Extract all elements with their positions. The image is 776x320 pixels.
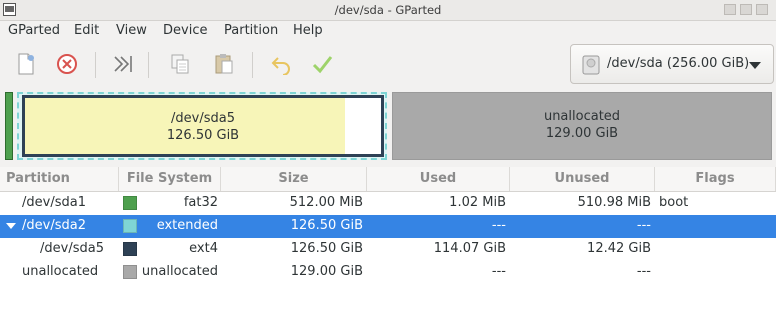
cell-unused: 12.42 GiB	[587, 241, 651, 256]
apply-button[interactable]	[307, 50, 337, 78]
cell-size: 126.50 GiB	[290, 218, 363, 233]
column-header-size[interactable]: Size	[221, 167, 367, 191]
column-header-flags[interactable]: Flags	[655, 167, 776, 191]
copy-button[interactable]	[165, 50, 195, 78]
delete-partition-button[interactable]	[52, 50, 82, 78]
minimize-button[interactable]	[724, 4, 736, 15]
device-selector-label: /dev/sda (256.00 GiB)	[607, 56, 750, 71]
column-header-partition[interactable]: Partition	[0, 167, 119, 191]
table-row[interactable]: /dev/sda1 fat32 512.00 MiB 1.02 MiB 510.98 M…	[0, 192, 776, 215]
resize-move-icon	[114, 56, 132, 72]
partition-block-sda5[interactable]: /dev/sda5 126.50 GiB	[22, 95, 384, 157]
cell-partition: /dev/sda2	[22, 218, 86, 233]
partition-block-unallocated[interactable]: unallocated 129.00 GiB	[392, 92, 772, 160]
new-icon	[18, 53, 34, 75]
sda5-visual-size: 126.50 GiB	[166, 128, 240, 143]
maximize-button[interactable]	[740, 4, 752, 15]
toolbar-separator	[252, 52, 253, 78]
cell-used: ---	[491, 218, 506, 233]
cell-unused: 510.98 MiB	[577, 195, 651, 210]
cell-used: 114.07 GiB	[433, 241, 506, 256]
paste-icon	[215, 54, 233, 74]
cell-unused: ---	[636, 264, 651, 279]
menu-bar: GParted Edit View Device Partition Help	[0, 21, 776, 42]
cell-unused: ---	[636, 218, 651, 233]
table-header: Partition File System Size Used Unused F…	[0, 167, 776, 192]
cell-size: 126.50 GiB	[290, 241, 363, 256]
menu-view[interactable]: View	[116, 23, 147, 38]
cell-flags: boot	[659, 195, 689, 210]
cell-partition: /dev/sda1	[22, 195, 86, 210]
toolbar-separator	[95, 52, 96, 78]
cell-file-system: unallocated	[141, 264, 218, 279]
table-row[interactable]: /dev/sda2 extended 126.50 GiB --- ---	[0, 215, 776, 238]
window-title: /dev/sda - GParted	[334, 3, 442, 17]
close-window-button[interactable]	[756, 4, 768, 15]
menu-device[interactable]: Device	[163, 23, 207, 38]
copy-icon	[171, 54, 189, 74]
table-row[interactable]: /dev/sda5 ext4 126.50 GiB 114.07 GiB 12.42 G…	[0, 238, 776, 261]
cell-partition: /dev/sda5	[40, 241, 104, 256]
harddisk-icon	[582, 55, 600, 75]
menu-gparted[interactable]: GParted	[8, 23, 60, 38]
cell-file-system: fat32	[183, 195, 218, 210]
table-row[interactable]: unallocated unallocated 129.00 GiB --- ---	[0, 261, 776, 284]
cell-used: ---	[491, 264, 506, 279]
delete-icon	[57, 54, 77, 74]
cell-partition: unallocated	[22, 264, 99, 279]
cell-file-system: ext4	[189, 241, 218, 256]
undo-button[interactable]	[266, 50, 296, 78]
resize-move-button[interactable]	[108, 50, 138, 78]
cell-used: 1.02 MiB	[449, 195, 506, 210]
partition-block-sda1[interactable]	[5, 92, 13, 160]
sda5-visual-name: /dev/sda5	[171, 111, 235, 126]
cell-size: 512.00 MiB	[289, 195, 363, 210]
new-partition-button[interactable]	[11, 50, 41, 78]
title-bar: /dev/sda - GParted	[0, 0, 776, 21]
unallocated-visual-name: unallocated	[543, 109, 621, 124]
cell-file-system: extended	[156, 218, 218, 233]
column-header-file-system[interactable]: File System	[119, 167, 221, 191]
filesystem-color-swatch	[123, 219, 137, 233]
filesystem-color-swatch	[123, 242, 137, 256]
column-header-used[interactable]: Used	[367, 167, 510, 191]
chevron-down-icon	[749, 62, 761, 69]
toolbar-separator	[148, 52, 149, 78]
menu-help[interactable]: Help	[293, 23, 323, 38]
cell-size: 129.00 GiB	[290, 264, 363, 279]
filesystem-color-swatch	[123, 196, 137, 210]
menu-edit[interactable]: Edit	[74, 23, 99, 38]
column-header-unused[interactable]: Unused	[510, 167, 655, 191]
unallocated-visual-size: 129.00 GiB	[545, 126, 619, 141]
apply-icon	[312, 56, 333, 74]
device-selector[interactable]: /dev/sda (256.00 GiB)	[570, 44, 774, 84]
undo-icon	[271, 57, 290, 75]
paste-button[interactable]	[209, 50, 239, 78]
filesystem-color-swatch	[123, 265, 137, 279]
menu-partition[interactable]: Partition	[224, 23, 278, 38]
expander-arrow-icon[interactable]	[6, 223, 16, 229]
partition-visual-map: /dev/sda5 126.50 GiB unallocated 129.00 …	[0, 89, 776, 164]
